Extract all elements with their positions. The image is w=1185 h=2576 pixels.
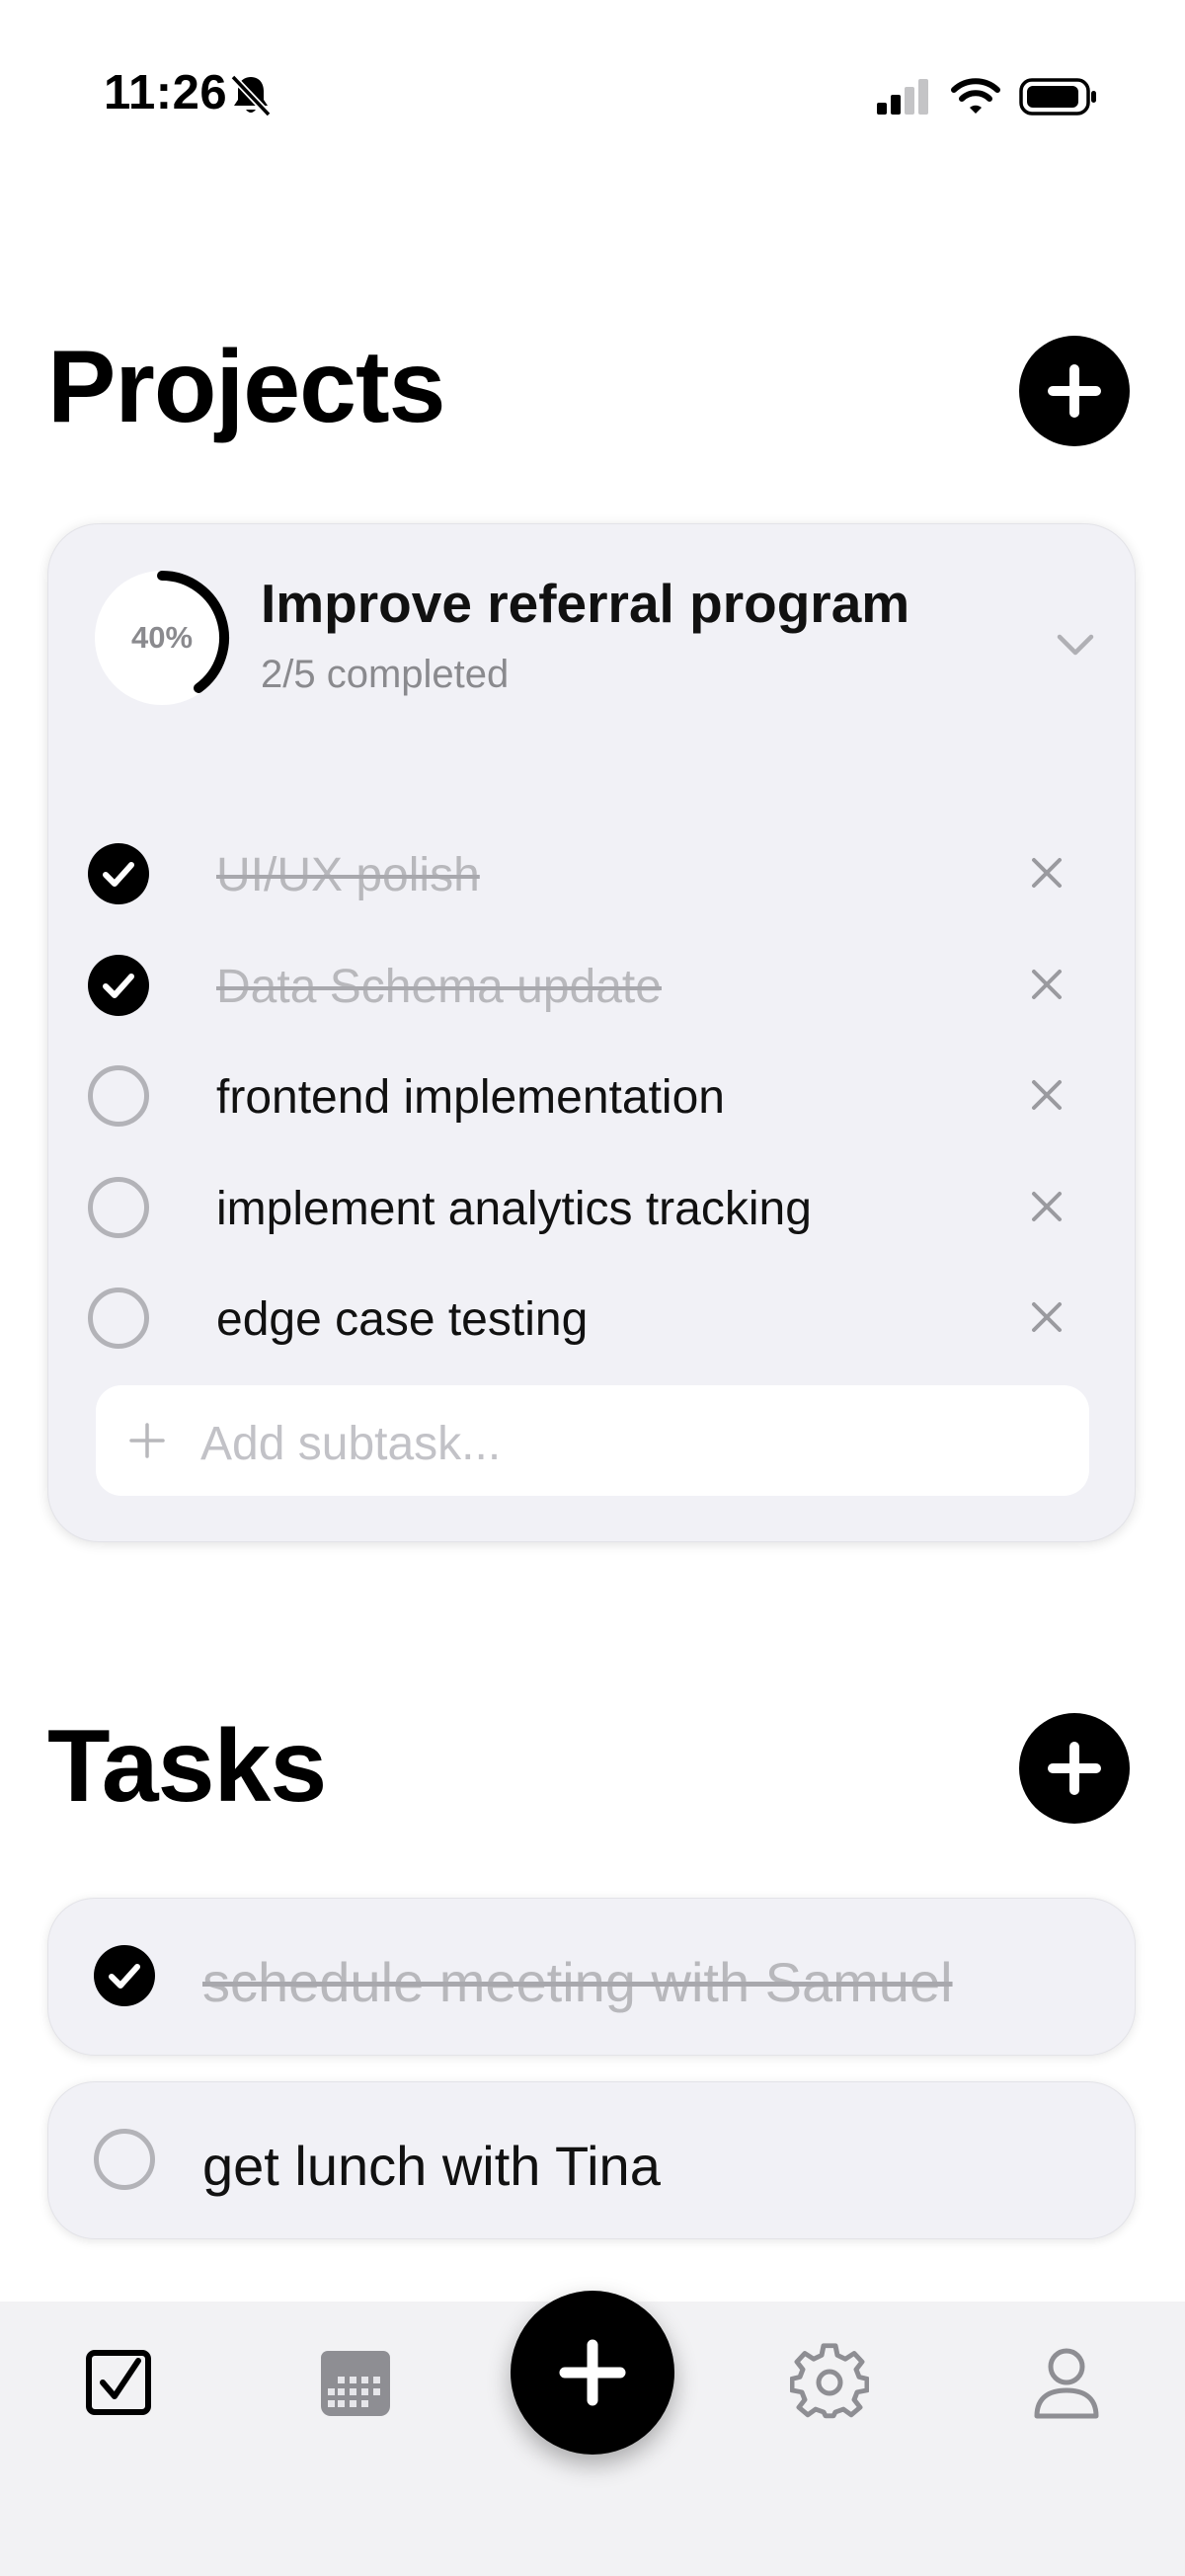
delete-subtask-icon[interactable] [1026,1186,1067,1227]
status-time: 11:26 [104,66,228,119]
add-icon [559,2339,626,2406]
empty-circle-icon[interactable] [88,1288,149,1349]
plus-icon [1048,364,1101,418]
subtask-label: edge case testing [216,1293,589,1346]
plus-icon [129,1423,165,1458]
projects-title: Projects [47,330,445,444]
tasks-title: Tasks [47,1709,327,1824]
checkbox-icon [86,2350,151,2415]
subtask-row[interactable]: edge case testing [88,1273,1105,1362]
delete-subtask-icon[interactable] [1026,1074,1067,1116]
subtask-row[interactable]: UI/UX polish [88,828,1105,917]
add-project-button[interactable] [1019,336,1130,446]
status-bar: 11:26 [0,0,1185,197]
checked-circle-icon[interactable] [88,955,149,1016]
subtask-row[interactable]: implement analytics tracking [88,1162,1105,1251]
empty-circle-icon[interactable] [88,1065,149,1127]
calendar-icon [321,2351,390,2416]
task-label: schedule meeting with Samuel [202,1951,953,2013]
add-subtask-input[interactable]: Add subtask... [96,1385,1089,1496]
empty-circle-icon[interactable] [88,1177,149,1238]
checked-circle-icon[interactable] [94,1945,155,2006]
tab-settings[interactable] [790,2343,869,2422]
subtask-row[interactable]: Data Schema update [88,940,1105,1029]
project-card[interactable]: 40% Improve referral program 2/5 complet… [47,523,1136,1542]
subtask-label: Data Schema update [216,961,662,1013]
delete-subtask-icon[interactable] [1026,852,1067,894]
project-progress-summary: 2/5 completed [261,653,510,696]
subtask-row[interactable]: frontend implementation [88,1051,1105,1139]
person-icon [1034,2348,1099,2419]
delete-subtask-icon[interactable] [1026,1296,1067,1338]
cellular-signal-icon [877,79,928,115]
subtask-label: UI/UX polish [216,849,480,901]
task-label: get lunch with Tina [202,2135,661,2197]
add-subtask-placeholder: Add subtask... [200,1418,502,1470]
bell-slash-icon [230,74,272,117]
plus-icon [1048,1742,1101,1795]
wifi-icon [951,78,1000,114]
checked-circle-icon[interactable] [88,843,149,904]
subtask-label: implement analytics tracking [216,1183,812,1235]
subtask-label: frontend implementation [216,1071,725,1124]
chevron-down-icon[interactable] [1052,625,1099,664]
gear-icon [790,2343,869,2419]
project-name: Improve referral program [261,573,910,634]
task-card[interactable]: schedule meeting with Samuel [47,1898,1136,2056]
task-card[interactable]: get lunch with Tina [47,2081,1136,2239]
empty-circle-icon[interactable] [94,2129,155,2190]
delete-subtask-icon[interactable] [1026,964,1067,1005]
progress-percent: 40% [130,620,194,655]
tab-profile[interactable] [1027,2343,1106,2422]
battery-icon [1019,78,1096,116]
tab-tasks[interactable] [79,2343,158,2422]
add-task-button[interactable] [1019,1713,1130,1824]
tab-calendar[interactable] [316,2343,395,2422]
add-button[interactable] [511,2291,674,2455]
